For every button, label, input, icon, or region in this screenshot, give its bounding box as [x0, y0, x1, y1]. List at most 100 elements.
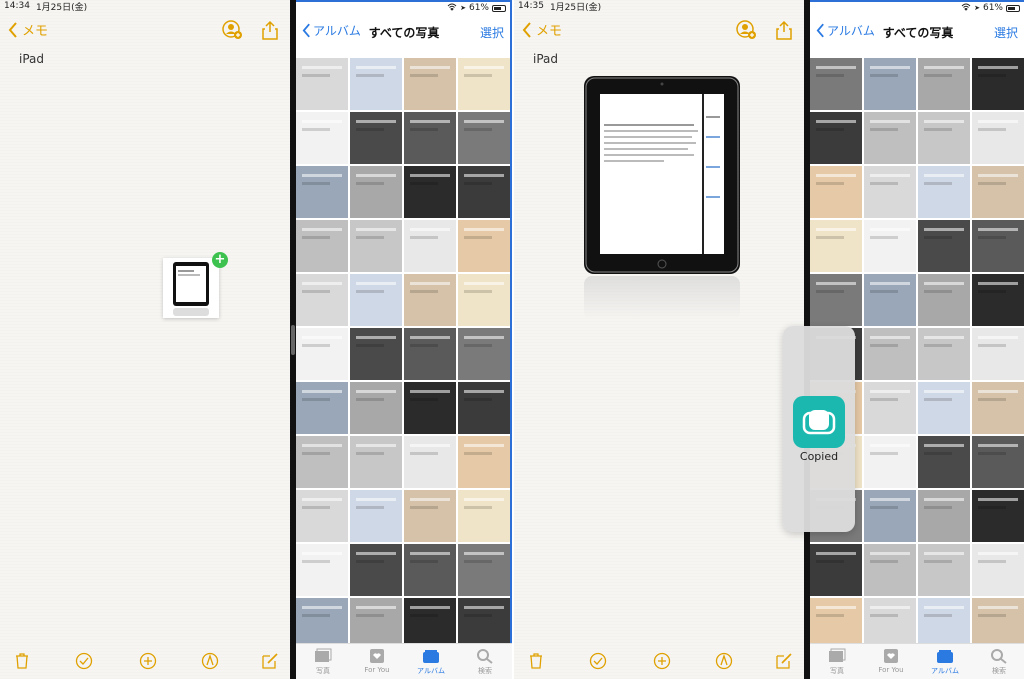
photo-thumbnail[interactable]: [404, 166, 456, 218]
plus-icon[interactable]: [652, 651, 672, 671]
photo-thumbnail[interactable]: [350, 112, 402, 164]
photo-thumbnail[interactable]: [458, 544, 510, 596]
split-view-handle[interactable]: [291, 325, 295, 355]
photo-thumbnail[interactable]: [404, 490, 456, 542]
photo-thumbnail[interactable]: [404, 112, 456, 164]
photo-thumbnail[interactable]: [810, 598, 862, 644]
tab-search[interactable]: 検索: [458, 644, 512, 679]
photo-thumbnail[interactable]: [296, 166, 348, 218]
person-add-icon[interactable]: [734, 18, 758, 42]
checklist-icon[interactable]: [74, 651, 94, 671]
photo-thumbnail[interactable]: [918, 112, 970, 164]
photo-thumbnail[interactable]: [296, 436, 348, 488]
photo-thumbnail[interactable]: [864, 598, 916, 644]
photo-thumbnail[interactable]: [918, 220, 970, 272]
photo-thumbnail[interactable]: [350, 328, 402, 380]
photo-thumbnail[interactable]: [296, 112, 348, 164]
trash-icon[interactable]: [12, 651, 32, 671]
photo-thumbnail[interactable]: [972, 220, 1024, 272]
photo-thumbnail[interactable]: [864, 220, 916, 272]
photo-thumbnail[interactable]: [972, 112, 1024, 164]
photo-thumbnail[interactable]: [296, 382, 348, 434]
pasted-ipad-image[interactable]: [584, 76, 740, 274]
photo-thumbnail[interactable]: [350, 274, 402, 326]
photo-thumbnail[interactable]: [864, 58, 916, 110]
photo-thumbnail[interactable]: [350, 58, 402, 110]
checklist-icon[interactable]: [588, 651, 608, 671]
photo-thumbnail[interactable]: [918, 274, 970, 326]
photo-thumbnail[interactable]: [350, 490, 402, 542]
trash-icon[interactable]: [526, 651, 546, 671]
select-button[interactable]: 選択: [480, 24, 504, 41]
photo-thumbnail[interactable]: [404, 382, 456, 434]
photo-thumbnail[interactable]: [864, 490, 916, 542]
photo-thumbnail[interactable]: [918, 58, 970, 110]
note-body-text[interactable]: iPad: [19, 52, 44, 66]
photo-thumbnail[interactable]: [810, 220, 862, 272]
photo-thumbnail[interactable]: [458, 382, 510, 434]
tab-albums[interactable]: アルバム: [404, 644, 458, 679]
photo-thumbnail[interactable]: [810, 166, 862, 218]
photo-thumbnail[interactable]: [296, 220, 348, 272]
photo-thumbnail[interactable]: [972, 274, 1024, 326]
tab-photos[interactable]: 写真: [296, 644, 350, 679]
photo-thumbnail[interactable]: [458, 598, 510, 644]
tab-photos[interactable]: 写真: [810, 644, 864, 679]
photo-thumbnail[interactable]: [810, 112, 862, 164]
photo-thumbnail[interactable]: [296, 544, 348, 596]
plus-icon[interactable]: [138, 651, 158, 671]
photo-thumbnail[interactable]: [350, 166, 402, 218]
photo-thumbnail[interactable]: [350, 544, 402, 596]
compose-icon[interactable]: [260, 651, 280, 671]
photo-thumbnail[interactable]: [918, 490, 970, 542]
photo-thumbnail[interactable]: [458, 328, 510, 380]
photo-thumbnail[interactable]: [458, 58, 510, 110]
photo-thumbnail[interactable]: [918, 382, 970, 434]
note-body-text[interactable]: iPad: [533, 52, 558, 66]
photo-thumbnail[interactable]: [404, 274, 456, 326]
photo-thumbnail[interactable]: [404, 58, 456, 110]
tab-search[interactable]: 検索: [972, 644, 1024, 679]
photo-thumbnail[interactable]: [350, 598, 402, 644]
photo-thumbnail[interactable]: [296, 58, 348, 110]
photo-thumbnail[interactable]: [350, 220, 402, 272]
photo-thumbnail[interactable]: [918, 544, 970, 596]
photo-thumbnail[interactable]: [972, 382, 1024, 434]
select-button[interactable]: 選択: [994, 24, 1018, 41]
pen-icon[interactable]: [200, 651, 220, 671]
photo-thumbnail[interactable]: [458, 220, 510, 272]
photo-thumbnail[interactable]: [972, 436, 1024, 488]
photo-thumbnail[interactable]: [296, 490, 348, 542]
share-icon[interactable]: [772, 18, 796, 42]
photo-thumbnail[interactable]: [458, 490, 510, 542]
photo-thumbnail[interactable]: [296, 328, 348, 380]
photo-thumbnail[interactable]: [404, 220, 456, 272]
photo-thumbnail[interactable]: [918, 328, 970, 380]
photo-thumbnail[interactable]: [864, 382, 916, 434]
notes-back-button[interactable]: メモ: [8, 20, 48, 39]
person-add-icon[interactable]: [220, 18, 244, 42]
photo-thumbnail[interactable]: [972, 544, 1024, 596]
photo-thumbnail[interactable]: [864, 436, 916, 488]
photo-thumbnail[interactable]: [404, 544, 456, 596]
tab-for-you[interactable]: For You: [350, 644, 404, 679]
photo-thumbnail[interactable]: [296, 598, 348, 644]
photo-thumbnail[interactable]: [864, 112, 916, 164]
photo-thumbnail[interactable]: [918, 598, 970, 644]
photo-thumbnail[interactable]: [404, 328, 456, 380]
tab-albums[interactable]: アルバム: [918, 644, 972, 679]
photo-thumbnail[interactable]: [972, 166, 1024, 218]
photo-thumbnail[interactable]: [810, 274, 862, 326]
photo-thumbnail[interactable]: [404, 436, 456, 488]
photo-thumbnail[interactable]: [864, 328, 916, 380]
pen-icon[interactable]: [714, 651, 734, 671]
photo-thumbnail[interactable]: [458, 166, 510, 218]
photo-thumbnail[interactable]: [296, 274, 348, 326]
notes-back-button[interactable]: メモ: [522, 20, 562, 39]
share-icon[interactable]: [258, 18, 282, 42]
photo-thumbnail[interactable]: [972, 328, 1024, 380]
photo-thumbnail[interactable]: [972, 598, 1024, 644]
photo-thumbnail[interactable]: [810, 58, 862, 110]
compose-icon[interactable]: [774, 651, 794, 671]
photo-thumbnail[interactable]: [458, 436, 510, 488]
